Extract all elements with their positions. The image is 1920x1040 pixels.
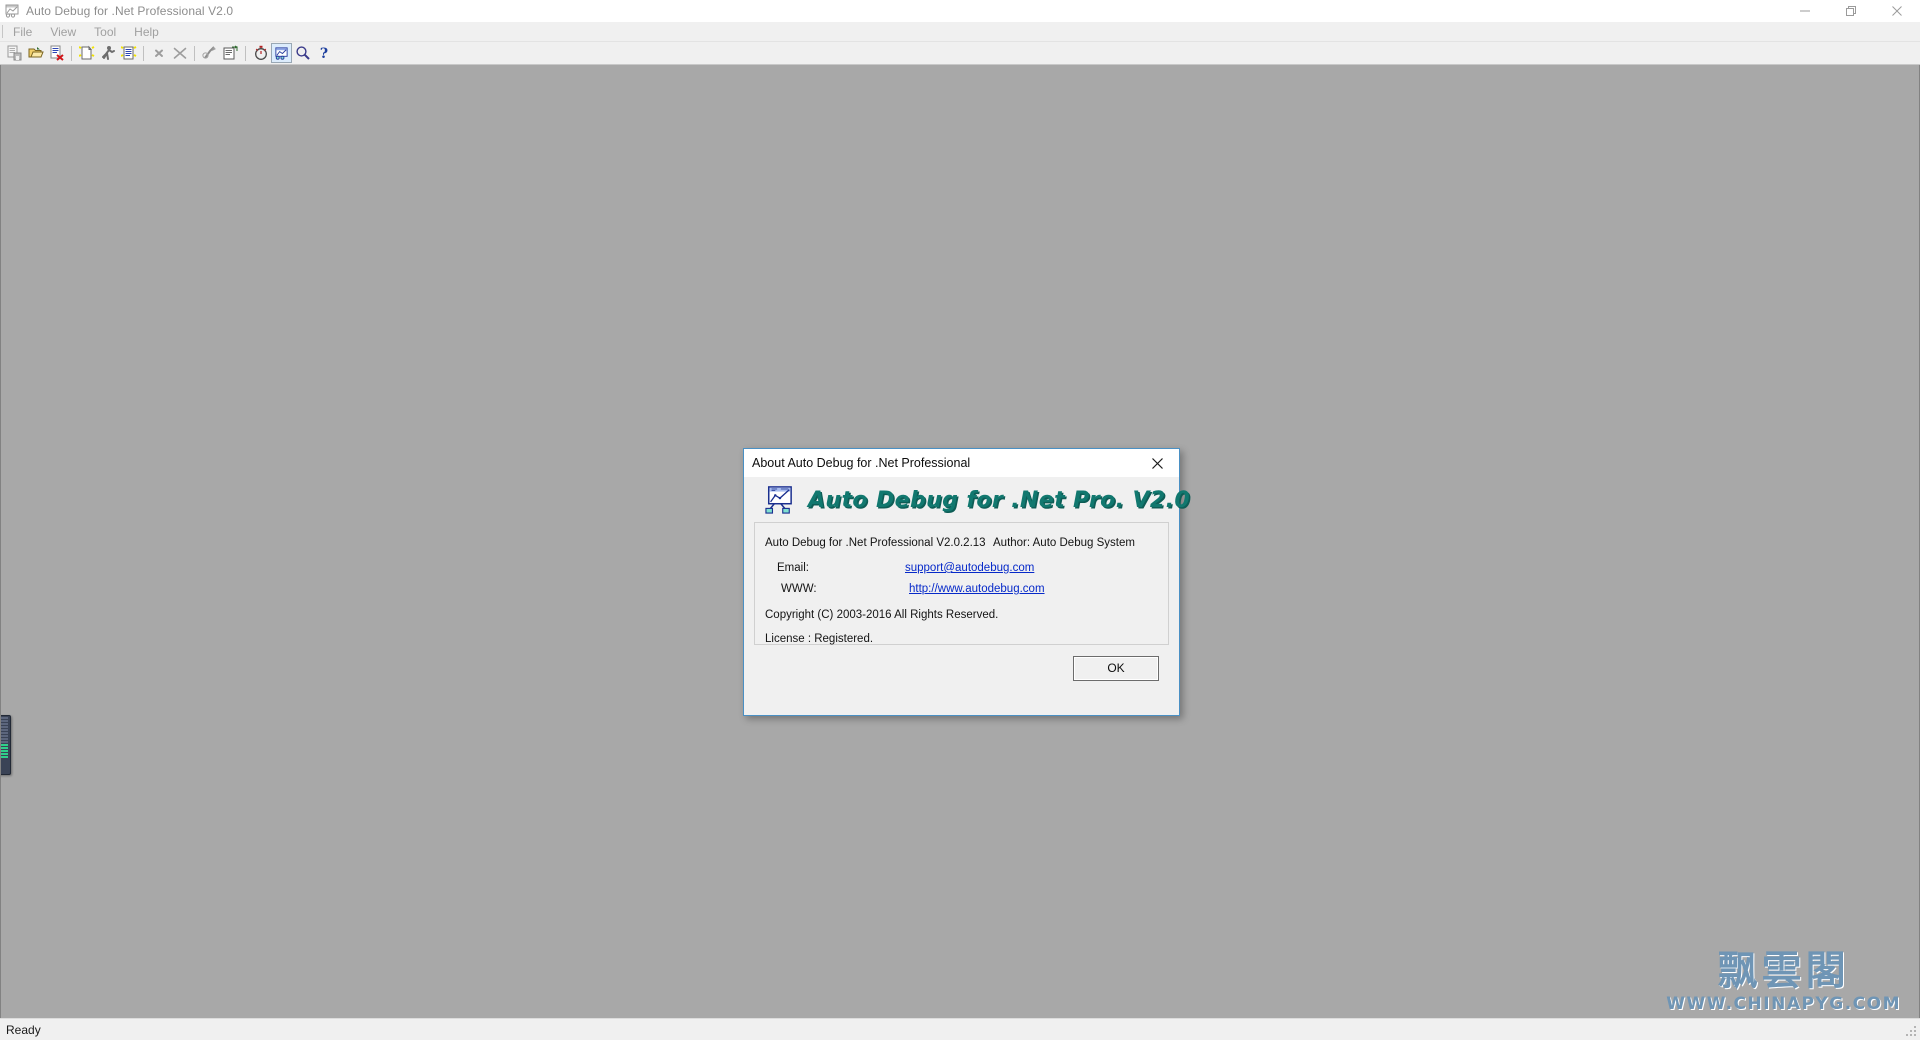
info-row-version: Auto Debug for .Net Professional V2.0.2.…: [765, 537, 1158, 549]
client-area: About Auto Debug for .Net Professional A…: [0, 65, 1920, 1018]
menu-item-tool[interactable]: Tool: [85, 23, 125, 41]
docked-level-meter[interactable]: [1, 715, 11, 775]
watermark-chinese-text: 飘雲閣: [1717, 948, 1850, 994]
toolbar-separator: [194, 45, 195, 61]
meter-segment: [1, 735, 8, 737]
run-debug-icon[interactable]: [97, 43, 118, 63]
ok-button[interactable]: OK: [1073, 655, 1159, 681]
author-label: Author: Auto Debug System: [993, 537, 1135, 549]
dialog-titlebar: About Auto Debug for .Net Professional: [744, 449, 1179, 478]
www-label: WWW:: [781, 583, 817, 595]
meter-segment: [1, 738, 8, 740]
menu-item-file[interactable]: File: [4, 23, 41, 41]
search-icon[interactable]: [292, 43, 313, 63]
properties-icon[interactable]: [220, 43, 241, 63]
meter-segment-active: [1, 750, 8, 752]
save-project-icon[interactable]: [4, 43, 25, 63]
app-chart-icon: [4, 3, 20, 19]
website-link[interactable]: http://www.autodebug.com: [909, 583, 1045, 595]
meter-segment: [1, 729, 8, 731]
restore-icon[interactable]: [1828, 0, 1874, 22]
resize-grip[interactable]: [1904, 1024, 1918, 1038]
meter-segment-active: [1, 753, 8, 755]
about-icon[interactable]: [271, 43, 292, 63]
new-document-icon[interactable]: [76, 43, 97, 63]
info-row-license: License : Registered.: [765, 633, 1158, 645]
meter-segment: [1, 720, 8, 722]
stopwatch-icon[interactable]: [250, 43, 271, 63]
info-row-copyright: Copyright (C) 2003-2016 All Rights Reser…: [765, 609, 1158, 621]
status-text: Ready: [6, 1022, 41, 1037]
email-label: Email:: [777, 562, 809, 574]
window-title: Auto Debug for .Net Professional V2.0: [26, 4, 234, 18]
dialog-brand-row: Auto Debug for .Net Pro. V2.0: [754, 478, 1190, 522]
info-row-email: Email: support@autodebug.com: [765, 562, 1158, 574]
email-link[interactable]: support@autodebug.com: [905, 562, 1034, 574]
meter-segment: [1, 741, 8, 743]
meter-segment-active: [1, 756, 8, 758]
menu-item-help[interactable]: Help: [125, 23, 168, 41]
toolbar-separator: [143, 45, 144, 61]
close-document-icon[interactable]: [46, 43, 67, 63]
meter-segment: [1, 723, 8, 725]
toolbar-separator: [71, 45, 72, 61]
window-titlebar: Auto Debug for .Net Professional V2.0: [0, 0, 1920, 22]
meter-segment-active: [1, 747, 8, 749]
watermark-site-text: WWW.CHINAPYG.COM: [1666, 994, 1901, 1014]
dialog-body: Auto Debug for .Net Pro. V2.0 Auto Debug…: [744, 478, 1190, 715]
minimize-icon[interactable]: [1782, 0, 1828, 22]
dialog-info-box: Auto Debug for .Net Professional V2.0.2.…: [754, 522, 1169, 645]
menubar: File View Tool Help: [0, 22, 1920, 42]
dialog-footer: OK: [754, 645, 1169, 691]
close-icon[interactable]: [1874, 0, 1920, 22]
meter-segment-active: [1, 744, 8, 746]
menu-item-view[interactable]: View: [41, 23, 85, 41]
remove-item-icon[interactable]: [148, 43, 169, 63]
meter-segment: [1, 726, 8, 728]
application-window: Auto Debug for .Net Professional V2.0 Fi…: [0, 0, 1920, 1040]
info-row-www: WWW: http://www.autodebug.com: [765, 583, 1158, 595]
meter-segment: [1, 717, 8, 719]
open-folder-icon[interactable]: [25, 43, 46, 63]
product-version-label: Auto Debug for .Net Professional V2.0.2.…: [765, 537, 986, 549]
about-dialog: About Auto Debug for .Net Professional A…: [743, 448, 1190, 716]
new-report-icon[interactable]: [118, 43, 139, 63]
app-chart-icon: [764, 486, 794, 514]
copyright-label: Copyright (C) 2003-2016 All Rights Reser…: [765, 609, 999, 621]
svg-text:?: ?: [319, 46, 327, 61]
toolbar-separator: [245, 45, 246, 61]
remove-all-icon[interactable]: [169, 43, 190, 63]
window-controls: [1782, 0, 1920, 22]
watermark: 飘雲閣 WWW.CHINAPYG.COM: [1666, 949, 1901, 1014]
dialog-brand-title: Auto Debug for .Net Pro. V2.0: [808, 487, 1191, 513]
disassemble-icon[interactable]: [199, 43, 220, 63]
meter-segment: [1, 732, 8, 734]
statusbar: Ready: [0, 1018, 1920, 1040]
dialog-title: About Auto Debug for .Net Professional: [752, 456, 971, 470]
help-icon[interactable]: ?: [313, 43, 334, 63]
toolbar: ?: [0, 42, 1920, 65]
license-label: License : Registered.: [765, 633, 874, 645]
close-icon[interactable]: [1135, 450, 1179, 477]
